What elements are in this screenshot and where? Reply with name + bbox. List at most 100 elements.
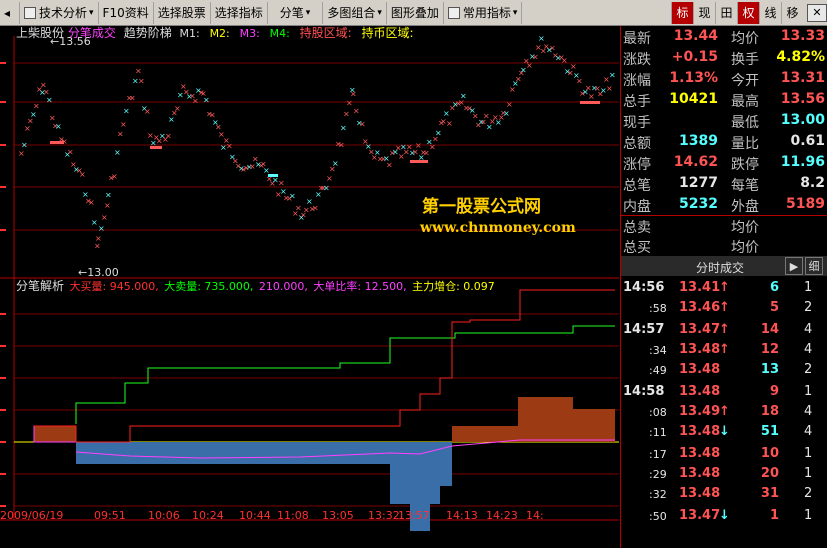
quote-value: 1.13%	[669, 70, 718, 86]
tick-price: 13.41	[679, 280, 721, 295]
ticks-header: 分时成交 ▶ 细	[621, 256, 827, 276]
tick-direction-icon: ↓	[719, 508, 730, 523]
price-tick-mark: ×	[576, 76, 583, 85]
tick-row: :49 13.48 13 2	[621, 360, 827, 381]
quote-label: 涨停	[623, 157, 651, 173]
price-tick-mark: ×	[88, 198, 95, 207]
price-segment	[410, 160, 428, 163]
menu-overlay[interactable]: 图形叠加	[387, 1, 444, 24]
quote-value: 13.00	[780, 112, 825, 128]
price-tick-mark: ×	[104, 201, 111, 210]
menu-multi-chart[interactable]: 多图组合 ▾	[323, 1, 387, 24]
quote-value: 14.62	[673, 154, 718, 170]
tick-count: 4	[804, 322, 813, 337]
price-tick-mark: ×	[123, 106, 130, 115]
price-tick-mark: ×	[135, 67, 142, 76]
tick-time: :50	[649, 510, 667, 523]
quote-value: 5232	[679, 196, 718, 212]
m2-label: M2:	[209, 27, 230, 40]
quote-label: 涨跌	[623, 52, 651, 68]
chart-icon	[24, 6, 36, 19]
price-tick-mark: ×	[120, 120, 127, 129]
price-tick-mark: ×	[101, 213, 108, 222]
price-tick-mark: ×	[18, 149, 25, 158]
play-button[interactable]: ▶	[785, 257, 803, 275]
quote-label: 现手	[623, 115, 651, 131]
back-button[interactable]: ◂	[0, 1, 20, 24]
tick-volume: 31	[760, 486, 779, 501]
menu-tick[interactable]: 分笔 ▾	[268, 1, 324, 24]
tick-price: 13.48	[679, 362, 721, 377]
tick-volume: 51	[760, 424, 779, 439]
price-tick-mark: ×	[105, 190, 112, 199]
time-tick-label: 10:06	[148, 509, 180, 522]
tick-direction-icon: ↑	[719, 322, 730, 337]
time-tick-label: 14:	[526, 509, 544, 522]
tick-row: :50 13.47 ↓ 1 1	[621, 506, 827, 527]
chart-area[interactable]: × × × × × × × × × × × × × × × × × × × × × × × × × × × × × × × × × × × × × × × ×…	[0, 26, 619, 548]
close-icon: ✕	[812, 6, 822, 19]
tick-time: 14:57	[623, 322, 665, 337]
watermark-title: 第一股票公式网	[422, 197, 541, 217]
price-tick-mark: ×	[165, 131, 172, 140]
buy-volume-bar	[573, 409, 615, 442]
quote-row: 总笔 1277 每笔 8.2	[621, 173, 827, 194]
quote-value: 13.33	[780, 28, 825, 44]
tick-time: :08	[649, 406, 667, 419]
tab-quan[interactable]: 权	[737, 1, 759, 24]
menu-select-indicator[interactable]: 选择指标	[211, 1, 268, 24]
price-tick-mark: ×	[506, 100, 513, 109]
tick-row: :29 13.48 20 1	[621, 464, 827, 485]
tick-direction-icon: ↓	[719, 424, 730, 439]
tab-tian[interactable]: 田	[715, 1, 737, 24]
lock-icon	[447, 6, 460, 19]
quote-label: 总手	[623, 94, 651, 110]
tick-price: 13.47	[679, 508, 721, 523]
price-tick-mark: ×	[67, 148, 74, 157]
menu-f10[interactable]: F10资料	[99, 1, 154, 24]
tick-count: 1	[804, 384, 813, 399]
menu-common-indicator[interactable]: 常用指标 ▾	[444, 1, 523, 24]
price-tick-mark: ×	[429, 142, 436, 151]
quote-label: 换手	[731, 52, 759, 68]
tick-price: 13.49	[679, 404, 721, 419]
tick-count: 4	[804, 404, 813, 419]
tick-volume: 18	[760, 404, 779, 419]
quote-row: 总手 10421 最高 13.56	[621, 89, 827, 110]
tick-row: :11 13.48 ↓ 51 4	[621, 422, 827, 443]
tab-xian[interactable]: 现	[693, 1, 715, 24]
play-icon: ▶	[789, 259, 799, 273]
quote-value: 13.44	[673, 28, 718, 44]
toolbar: ◂ 技术分析 ▾ F10资料 选择股票 选择指标 分笔 ▾ 多图组合 ▾ 图形叠加 常…	[0, 0, 827, 26]
tab-biao[interactable]: 标	[671, 1, 693, 24]
indicator-name: 趋势阶梯	[123, 26, 172, 40]
tab-xian2[interactable]: 线	[759, 1, 781, 24]
price-tick-mark: ×	[350, 90, 357, 99]
menu-technical-analysis[interactable]: 技术分析 ▾	[20, 1, 99, 24]
quote-row: 现手 最低 13.00	[621, 110, 827, 131]
price-tick-mark: ×	[138, 76, 145, 85]
chevron-down-icon: ▾	[305, 7, 311, 18]
time-tick-label: 10:24	[192, 509, 224, 522]
close-button[interactable]: ✕	[807, 3, 827, 22]
hold-area-label: 持股区域:	[299, 26, 352, 40]
menu-select-stock[interactable]: 选择股票	[154, 1, 211, 24]
quote-label: 涨幅	[623, 73, 651, 89]
tick-time: :34	[649, 344, 667, 357]
big-buy-value: 大买量: 945.000,	[69, 280, 159, 293]
price-tick-mark: ×	[203, 96, 210, 105]
tick-price: 13.48	[679, 424, 721, 439]
tick-time: :58	[649, 302, 667, 315]
price-tick-mark: ×	[46, 96, 53, 105]
price-tick-mark: ×	[174, 104, 181, 113]
price-segment	[268, 174, 278, 177]
detail-button[interactable]: 细	[805, 257, 823, 275]
watermark-url: www.chnmoney.com	[420, 220, 576, 236]
m3-label: M3:	[239, 27, 260, 40]
price-tick-mark: ×	[111, 172, 118, 181]
tick-row: 14:57 13.47 ↑ 14 4	[621, 320, 827, 341]
tick-count: 1	[804, 280, 813, 295]
quote-label: 外盘	[731, 199, 759, 215]
tab-yi[interactable]: 移	[781, 1, 803, 24]
time-tick-label: 10:44	[239, 509, 271, 522]
